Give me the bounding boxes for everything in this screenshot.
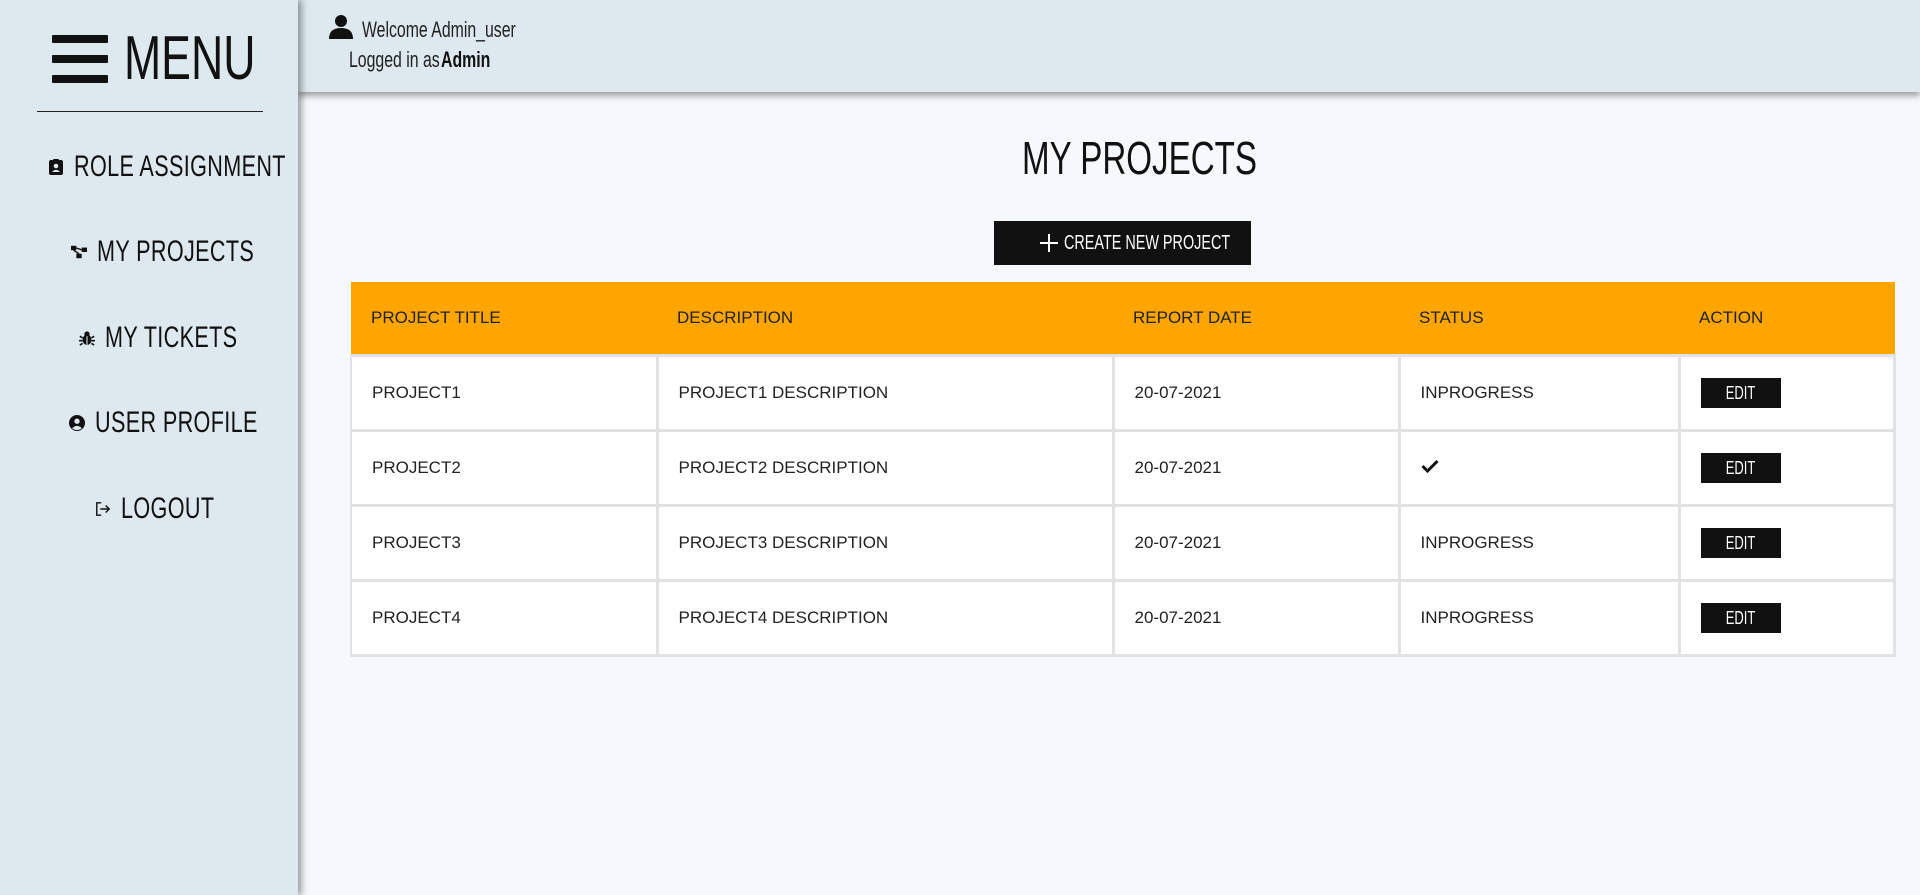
edit-button-label: EDIT [1725, 532, 1756, 553]
status-cell [1397, 430, 1681, 507]
page-title: MY PROJECTS [1022, 132, 1257, 184]
project-title-cell: PROJECT2 [350, 430, 659, 507]
table-row: PROJECT3 PROJECT3 DESCRIPTION 20-07-2021… [350, 505, 1896, 582]
projects-table: PROJECT TITLE DESCRIPTION REPORT DATE ST… [350, 282, 1896, 657]
table-row: PROJECT4 PROJECT4 DESCRIPTION 20-07-2021… [350, 580, 1896, 657]
sidebar-item-logout[interactable]: LOGOUT [0, 489, 298, 529]
menu-header[interactable]: MENU [52, 28, 307, 90]
edit-button[interactable]: EDIT [1700, 453, 1781, 483]
action-cell: EDIT [1677, 430, 1896, 507]
edit-button-label: EDIT [1725, 457, 1756, 478]
project-title-cell: PROJECT3 [350, 505, 659, 582]
logged-in-row: Logged in as Admin [349, 47, 509, 73]
user-icon [328, 14, 354, 45]
welcome-text: Welcome Admin_user [362, 16, 516, 42]
description-cell: PROJECT4 DESCRIPTION [655, 580, 1115, 657]
plus-icon [1039, 234, 1058, 252]
column-header-project-title: PROJECT TITLE [351, 282, 657, 357]
top-bar: Welcome Admin_user Logged in as Admin [298, 0, 1920, 92]
menu-title: MENU [124, 24, 256, 93]
edit-button[interactable]: EDIT [1700, 378, 1781, 408]
bug-icon [79, 330, 95, 346]
status-cell: INPROGRESS [1397, 355, 1681, 432]
project-title-cell: PROJECT1 [350, 355, 659, 432]
logged-in-label: Logged in as [349, 47, 440, 72]
create-new-project-button[interactable]: CREATE NEW PROJECT [994, 221, 1251, 265]
status-cell: INPROGRESS [1397, 580, 1681, 657]
description-cell: PROJECT2 DESCRIPTION [655, 430, 1115, 507]
report-date-cell: 20-07-2021 [1111, 580, 1401, 657]
check-icon [1420, 458, 1439, 474]
sidebar-item-my-tickets[interactable]: MY TICKETS [0, 318, 298, 358]
project-diagram-icon [71, 244, 87, 260]
edit-button[interactable]: EDIT [1700, 603, 1781, 633]
welcome-row: Welcome Admin_user [328, 14, 576, 45]
column-header-report-date: REPORT DATE [1113, 282, 1399, 357]
column-header-description: DESCRIPTION [657, 282, 1113, 357]
sidebar: MENU ROLE ASSIGNMENT MY PROJECTS MY TICK… [0, 0, 298, 895]
report-date-cell: 20-07-2021 [1111, 430, 1401, 507]
sidebar-item-user-profile[interactable]: USER PROFILE [0, 403, 298, 443]
create-button-label: CREATE NEW PROJECT [1063, 231, 1230, 254]
sidebar-item-my-projects[interactable]: MY PROJECTS [0, 232, 298, 272]
sidebar-item-label: MY TICKETS [105, 321, 238, 354]
table-row: PROJECT2 PROJECT2 DESCRIPTION 20-07-2021… [350, 430, 1896, 507]
column-header-status: STATUS [1399, 282, 1679, 357]
sidebar-item-label: USER PROFILE [95, 406, 258, 439]
action-cell: EDIT [1677, 355, 1896, 432]
user-role: Admin [441, 47, 491, 72]
report-date-cell: 20-07-2021 [1111, 355, 1401, 432]
hamburger-icon[interactable] [52, 35, 108, 83]
edit-button[interactable]: EDIT [1700, 528, 1781, 558]
table-row: PROJECT1 PROJECT1 DESCRIPTION 20-07-2021… [350, 355, 1896, 432]
sidebar-item-label: LOGOUT [121, 492, 215, 525]
sign-out-icon [95, 501, 111, 517]
column-header-action: ACTION [1679, 282, 1895, 357]
description-cell: PROJECT1 DESCRIPTION [655, 355, 1115, 432]
report-date-cell: 20-07-2021 [1111, 505, 1401, 582]
sidebar-item-label: MY PROJECTS [97, 235, 255, 268]
edit-button-label: EDIT [1725, 382, 1756, 403]
status-cell: INPROGRESS [1397, 505, 1681, 582]
action-cell: EDIT [1677, 580, 1896, 657]
sidebar-item-label: ROLE ASSIGNMENT [74, 150, 286, 183]
project-title-cell: PROJECT4 [350, 580, 659, 657]
edit-button-label: EDIT [1725, 607, 1756, 628]
table-header-row: PROJECT TITLE DESCRIPTION REPORT DATE ST… [351, 282, 1895, 357]
description-cell: PROJECT3 DESCRIPTION [655, 505, 1115, 582]
action-cell: EDIT [1677, 505, 1896, 582]
user-circle-icon [69, 415, 85, 431]
badge-icon [48, 159, 64, 175]
menu-divider [37, 111, 263, 112]
sidebar-item-role-assignment[interactable]: ROLE ASSIGNMENT [0, 147, 298, 187]
